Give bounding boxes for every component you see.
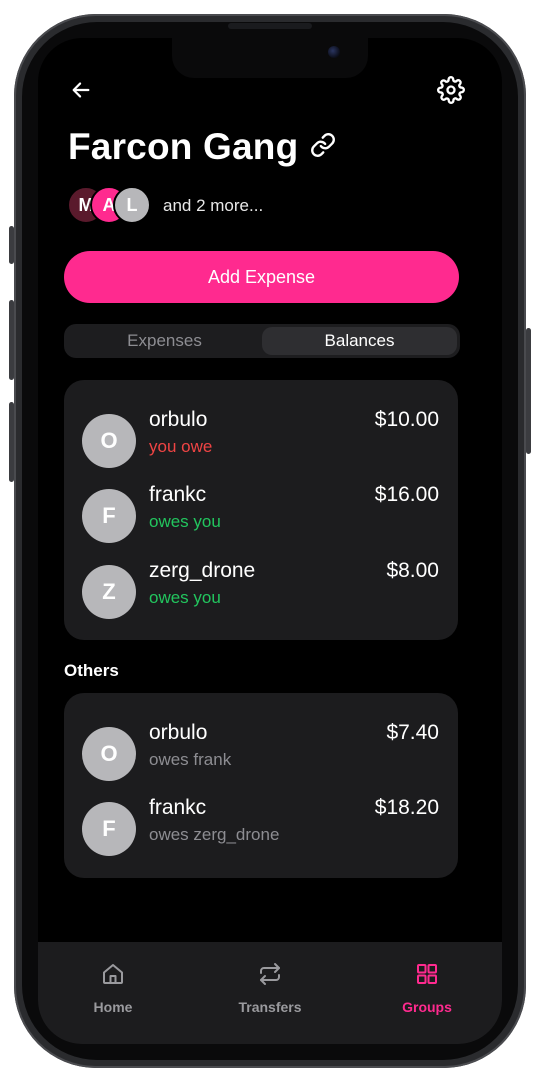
member-name: zerg_drone — [149, 559, 256, 582]
member-name: orbulo — [149, 721, 208, 744]
avatar: L — [113, 186, 151, 224]
camera — [328, 46, 340, 58]
notch — [172, 38, 368, 78]
tab-balances[interactable]: Balances — [262, 327, 457, 355]
avatar: O — [82, 727, 136, 781]
tab-expenses[interactable]: Expenses — [67, 327, 262, 355]
balance-status: owes you — [149, 588, 221, 607]
balance-row[interactable]: F frankc owes you $16.00 — [64, 483, 458, 543]
balance-amount: $16.00 — [374, 483, 439, 506]
view-segment-control: Expenses Balances — [64, 324, 460, 358]
add-expense-button[interactable]: Add Expense — [64, 251, 459, 303]
grid-icon — [415, 962, 439, 991]
balance-status: you owe — [149, 437, 213, 456]
balance-row[interactable]: F frankc owes zerg_drone $18.20 — [64, 796, 458, 856]
others-heading: Others — [64, 661, 119, 680]
gear-icon[interactable] — [437, 76, 465, 109]
balance-row[interactable]: O orbulo you owe $10.00 — [64, 408, 458, 468]
others-card: O orbulo owes frank $7.40 F frankc owes … — [64, 693, 458, 878]
balance-amount: $7.40 — [386, 721, 439, 744]
member-name: frankc — [149, 483, 207, 506]
tab-label: Transfers — [238, 999, 302, 1015]
balance-row[interactable]: O orbulo owes frank $7.40 — [64, 721, 458, 781]
mute-switch — [9, 226, 14, 264]
more-members-label[interactable]: and 2 more... — [163, 196, 263, 216]
group-title-row: Farcon Gang — [68, 126, 336, 168]
avatar: F — [82, 489, 136, 543]
balance-amount: $10.00 — [374, 408, 439, 431]
volume-up-button — [9, 300, 14, 380]
member-name: frankc — [149, 796, 207, 819]
bottom-tab-bar: Home Transfers Groups — [38, 942, 502, 1044]
page-title: Farcon Gang — [68, 126, 299, 167]
balance-status: owes frank — [149, 750, 232, 769]
avatar: O — [82, 414, 136, 468]
tab-label: Home — [93, 999, 133, 1015]
tab-label: Groups — [402, 999, 452, 1015]
balance-status: owes zerg_drone — [149, 825, 280, 844]
avatar: F — [82, 802, 136, 856]
volume-down-button — [9, 402, 14, 482]
tab-groups[interactable]: Groups — [367, 962, 487, 1015]
member-name: orbulo — [149, 408, 208, 431]
balances-card: O orbulo you owe $10.00 F frankc owes yo… — [64, 380, 458, 640]
balance-amount: $8.00 — [386, 559, 439, 582]
tab-transfers[interactable]: Transfers — [210, 962, 330, 1015]
balance-amount: $18.20 — [374, 796, 439, 819]
balance-row[interactable]: Z zerg_drone owes you $8.00 — [64, 559, 458, 619]
balance-status: owes you — [149, 512, 221, 531]
link-icon[interactable] — [310, 132, 336, 163]
avatar: Z — [82, 565, 136, 619]
arrow-left-icon[interactable] — [70, 79, 92, 106]
power-button — [526, 328, 531, 454]
tab-home[interactable]: Home — [53, 962, 173, 1015]
home-icon — [101, 962, 125, 991]
speaker-grille — [228, 23, 312, 29]
transfer-icon — [257, 962, 283, 991]
